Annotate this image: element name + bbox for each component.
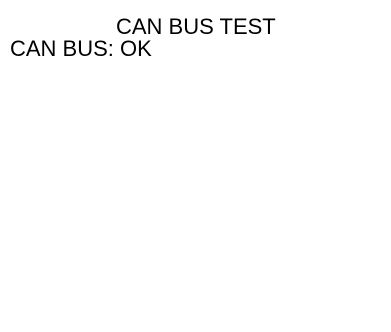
test-screen: CAN BUS TEST CAN BUS: OK (0, 0, 391, 332)
can-bus-status: CAN BUS: OK (10, 36, 152, 61)
